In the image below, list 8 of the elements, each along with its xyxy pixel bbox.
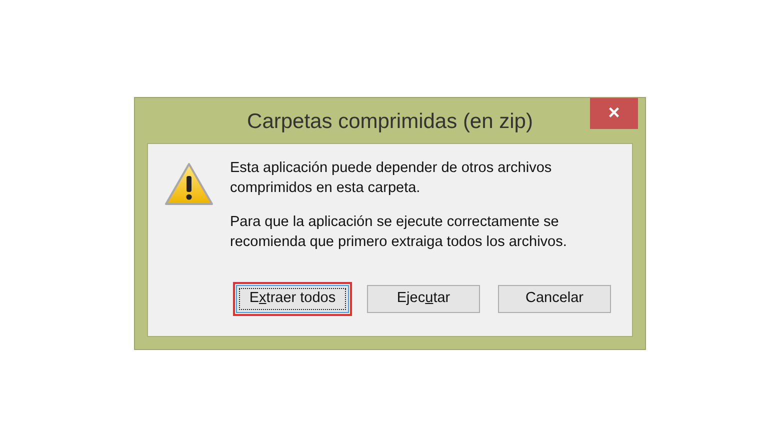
message-text: Para que la aplicación se ejecute correctamente se recomienda que primero extraiga todos los archivos. xyxy=(230,213,568,252)
warning-icon xyxy=(164,162,214,206)
dialog-button[interactable]: Cancelar xyxy=(498,285,611,313)
message-text: Esta aplicación puede depender de otros archivos comprimidos en esta carpeta. xyxy=(230,159,553,198)
dialog-button[interactable]: Ejecutar xyxy=(367,285,480,313)
window-title: Carpetas comprimidas (en zip) xyxy=(247,109,533,135)
dialog-button[interactable]: Extraer todos xyxy=(236,285,349,313)
close-button[interactable]: × xyxy=(590,98,638,129)
